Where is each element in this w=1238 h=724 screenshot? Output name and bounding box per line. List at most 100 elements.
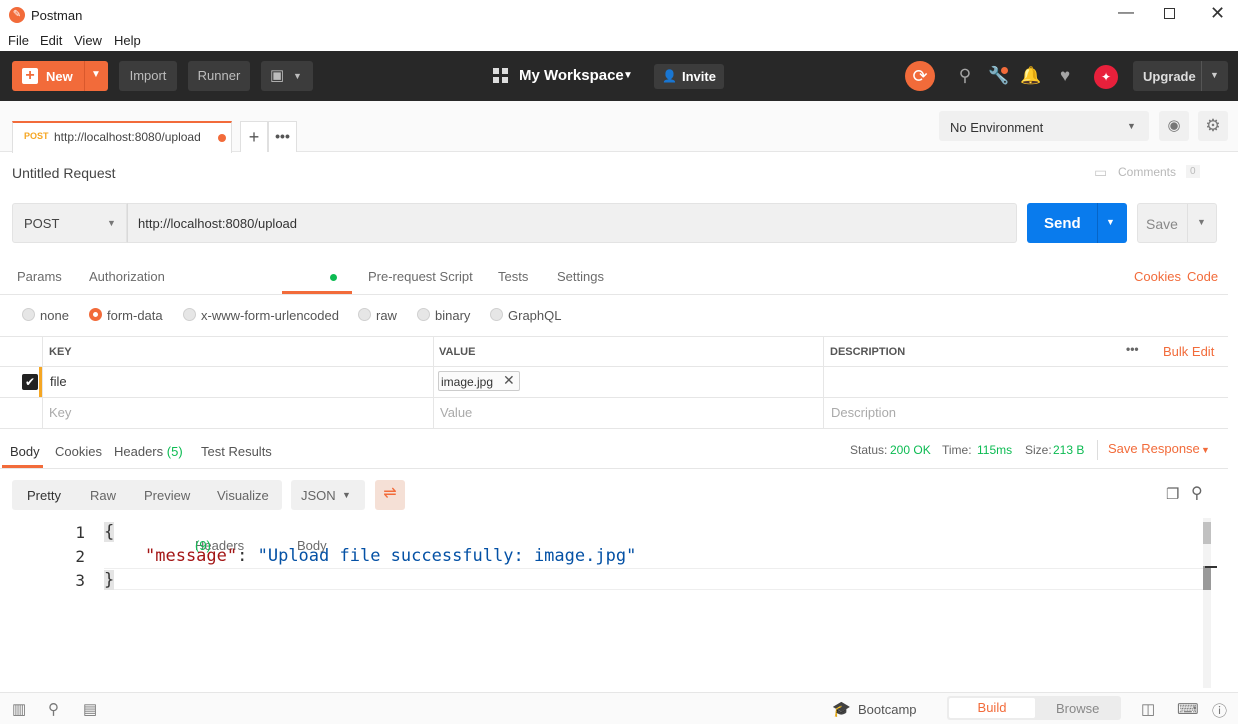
find-icon[interactable]: ⚲ [48, 700, 59, 718]
table-row-border [0, 397, 1228, 398]
upgrade-button[interactable]: Upgrade ▼ [1133, 61, 1228, 91]
radio-graphql-label: GraphQL [508, 308, 562, 323]
chevron-down-icon[interactable]: ▼ [1106, 217, 1115, 227]
radio-raw[interactable] [358, 308, 371, 321]
method-select[interactable]: POST ▼ [12, 203, 127, 243]
row-checkbox[interactable]: ✔ [22, 374, 38, 390]
remove-file-icon[interactable]: ✕ [503, 372, 515, 389]
browse-button[interactable]: Browse [1056, 701, 1099, 716]
new-window-button[interactable]: ▣ ▼ [261, 61, 313, 91]
manage-environments-button[interactable]: ⚙ [1198, 111, 1228, 141]
table-options-button[interactable]: ••• [1126, 342, 1139, 356]
tab-params[interactable]: Params [17, 269, 62, 284]
grid-icon [493, 68, 509, 84]
radio-binary[interactable] [417, 308, 430, 321]
menu-edit[interactable]: Edit [40, 33, 62, 48]
view-raw[interactable]: Raw [90, 488, 116, 503]
satellite-icon[interactable]: ⚲ [953, 64, 977, 88]
wrap-icon: ⇌ [383, 485, 397, 502]
avatar[interactable]: ✦ [1094, 65, 1118, 89]
new-key-input[interactable]: Key [49, 405, 71, 420]
chevron-down-icon: ▼ [1210, 70, 1219, 80]
environment-label: No Environment [950, 120, 1044, 135]
sidebar-toggle-icon[interactable]: ▥ [12, 700, 26, 718]
help-icon[interactable]: ⓘ [1212, 700, 1227, 721]
time-value[interactable]: 115ms [977, 443, 1012, 457]
status-value[interactable]: 200 OK [890, 443, 931, 457]
bell-icon[interactable]: 🔔 [1019, 64, 1043, 88]
radio-form-data[interactable] [89, 308, 102, 321]
request-title[interactable]: Untitled Request [12, 165, 116, 181]
build-label: Build [977, 700, 1007, 715]
row-key[interactable]: file [50, 374, 67, 389]
tab-authorization[interactable]: Authorization [89, 269, 165, 284]
radio-none[interactable] [22, 308, 35, 321]
tab-settings[interactable]: Settings [557, 269, 604, 284]
two-pane-view-icon[interactable]: ◫ [1141, 700, 1155, 718]
save-response-button[interactable]: Save Response [1108, 441, 1200, 456]
chevron-down-icon[interactable]: ▼ [91, 69, 101, 80]
copy-icon[interactable]: ❐ [1166, 485, 1179, 503]
response-tab-test-results[interactable]: Test Results [201, 444, 272, 459]
size-value[interactable]: 213 B [1053, 443, 1084, 457]
view-pretty[interactable]: Pretty [27, 488, 61, 503]
add-tab-button[interactable]: + [240, 121, 268, 152]
wrap-lines-button[interactable]: ⇌ [375, 480, 405, 510]
response-tab-cookies[interactable]: Cookies [55, 444, 102, 459]
bulk-edit-link[interactable]: Bulk Edit [1163, 344, 1214, 359]
comments-button[interactable]: ▭ Comments 0 [1094, 164, 1204, 182]
file-chip-label: image.jpg [441, 375, 494, 389]
response-tab-body[interactable]: Body [10, 444, 40, 459]
environment-select[interactable]: No Environment ▼ [939, 111, 1149, 141]
new-description-input[interactable]: Description [831, 405, 896, 420]
keyboard-shortcuts-icon[interactable]: ⌨ [1177, 700, 1199, 718]
save-button[interactable]: Save ▼ [1137, 203, 1217, 243]
chevron-down-icon: ▼ [1197, 217, 1206, 227]
radio-urlencoded[interactable] [183, 308, 196, 321]
environment-quick-look-button[interactable]: ◉ [1159, 111, 1189, 141]
close-button[interactable]: ✕ [1210, 3, 1225, 24]
sync-button[interactable]: ⟳ [905, 61, 935, 91]
runner-button[interactable]: Runner [188, 61, 250, 91]
radio-raw-label: raw [376, 308, 397, 323]
new-value-input[interactable]: Value [440, 405, 472, 420]
radio-graphql[interactable] [490, 308, 503, 321]
invite-button[interactable]: 👤 Invite [654, 64, 724, 89]
tab-prerequest-script[interactable]: Pre-request Script [368, 269, 473, 284]
maximize-button[interactable] [1164, 8, 1175, 19]
view-preview[interactable]: Preview [144, 488, 190, 503]
tab-tests[interactable]: Tests [498, 269, 528, 284]
bootcamp-icon[interactable]: 🎓 [832, 700, 851, 718]
file-chip[interactable]: image.jpg ✕ [438, 371, 520, 391]
tab-options-button[interactable]: ••• [268, 121, 297, 152]
window-title: Postman [31, 8, 83, 23]
bootcamp-label[interactable]: Bootcamp [858, 702, 917, 717]
postman-logo-icon: ✎ [9, 7, 25, 23]
url-input[interactable]: http://localhost:8080/upload [127, 203, 1017, 243]
menu-file[interactable]: File [8, 33, 29, 48]
search-icon[interactable]: ⚲ [1191, 483, 1203, 503]
json-open-brace: { [104, 522, 115, 542]
send-button[interactable]: Send ▼ [1027, 203, 1127, 243]
request-tab[interactable]: POST http://localhost:8080/upload [12, 121, 232, 153]
menu-view[interactable]: View [74, 33, 102, 48]
time-label: Time: [942, 443, 972, 457]
chevron-down-icon[interactable]: ▼ [1201, 445, 1210, 455]
menu-help[interactable]: Help [114, 33, 141, 48]
response-editor[interactable]: 1 2 3 { "message": "Upload file successf… [0, 518, 1228, 692]
import-button[interactable]: Import [119, 61, 177, 91]
minimize-button[interactable]: — [1118, 4, 1134, 22]
cookies-link[interactable]: Cookies [1134, 269, 1181, 284]
vertical-scrollbar[interactable] [1203, 518, 1211, 688]
table-row: ✔ file image.jpg ✕ [0, 367, 1228, 397]
heart-icon[interactable]: ♥ [1053, 64, 1077, 88]
build-button[interactable]: Build [949, 698, 1035, 718]
scrollbar-thumb[interactable] [1203, 522, 1211, 544]
view-visualize[interactable]: Visualize [217, 488, 269, 503]
response-headers-count: (5) [166, 444, 183, 459]
code-link[interactable]: Code [1187, 269, 1218, 284]
format-select[interactable]: JSON ▼ [291, 480, 365, 510]
new-button[interactable]: + New ▼ [12, 61, 108, 91]
response-tab-headers[interactable]: Headers (5) [114, 444, 183, 459]
console-icon[interactable]: ▤ [83, 700, 97, 718]
